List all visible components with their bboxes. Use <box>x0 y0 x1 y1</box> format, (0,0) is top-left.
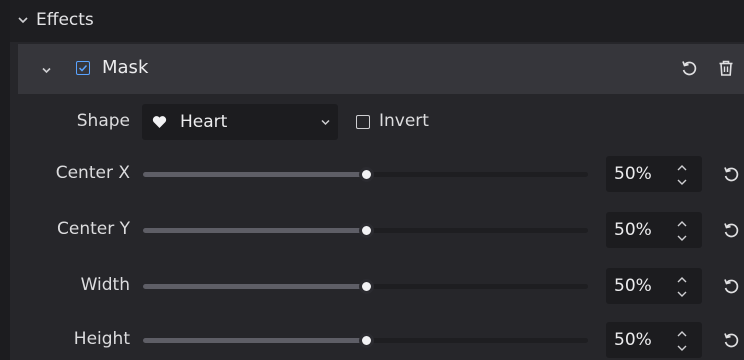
value-text: 50% <box>614 276 652 296</box>
slider-label: Center X <box>55 163 130 183</box>
reset-icon[interactable] <box>722 165 740 183</box>
slider-thumb[interactable] <box>358 333 374 348</box>
center-y-value-field[interactable]: 50% <box>606 212 702 248</box>
shape-dropdown[interactable]: Heart <box>142 104 338 140</box>
slider-fill <box>143 172 366 177</box>
reset-icon[interactable] <box>680 59 698 77</box>
center-x-value-field[interactable]: 50% <box>606 156 702 192</box>
invert-label[interactable]: Invert <box>379 111 429 131</box>
width-slider[interactable] <box>143 279 588 294</box>
slider-thumb[interactable] <box>358 167 374 182</box>
stepper-icon[interactable] <box>676 218 688 244</box>
value-text: 50% <box>614 330 652 350</box>
chevron-down-icon[interactable] <box>16 13 30 27</box>
slider-label: Center Y <box>56 219 130 239</box>
invert-checkbox[interactable] <box>356 115 370 129</box>
slider-thumb[interactable] <box>358 223 374 238</box>
chevron-down-icon[interactable] <box>40 64 53 77</box>
checkmark-icon <box>78 64 88 72</box>
reset-icon[interactable] <box>722 331 740 349</box>
heart-icon <box>152 116 167 128</box>
chevron-down-icon <box>321 119 330 126</box>
shape-label: Shape <box>76 111 130 131</box>
stepper-icon[interactable] <box>676 162 688 188</box>
shape-value: Heart <box>180 112 228 132</box>
mask-enable-checkbox[interactable] <box>76 61 90 75</box>
slider-label: Height <box>73 329 130 349</box>
trash-icon[interactable] <box>717 59 735 77</box>
width-row: Width 50% <box>10 266 744 306</box>
slider-fill <box>143 338 366 343</box>
height-slider[interactable] <box>143 333 588 348</box>
height-row: Height 50% <box>10 320 744 360</box>
slider-fill <box>143 228 366 233</box>
value-text: 50% <box>614 164 652 184</box>
mask-title: Mask <box>102 57 149 78</box>
effects-title: Effects <box>36 10 94 30</box>
stepper-icon[interactable] <box>676 274 688 300</box>
stepper-icon[interactable] <box>676 328 688 354</box>
effects-panel: Effects Mask Shape Heart Invert Center X… <box>10 0 744 360</box>
height-value-field[interactable]: 50% <box>606 322 702 358</box>
slider-thumb[interactable] <box>358 279 374 294</box>
center-x-slider[interactable] <box>143 167 588 182</box>
center-y-slider[interactable] <box>143 223 588 238</box>
reset-icon[interactable] <box>722 221 740 239</box>
center-y-row: Center Y 50% <box>10 210 744 250</box>
mask-effect-header[interactable]: Mask <box>18 44 744 94</box>
effects-section-header[interactable]: Effects <box>10 0 744 42</box>
reset-icon[interactable] <box>722 277 740 295</box>
width-value-field[interactable]: 50% <box>606 268 702 304</box>
value-text: 50% <box>614 220 652 240</box>
slider-label: Width <box>80 275 130 295</box>
slider-fill <box>143 284 366 289</box>
center-x-row: Center X 50% <box>10 154 744 194</box>
